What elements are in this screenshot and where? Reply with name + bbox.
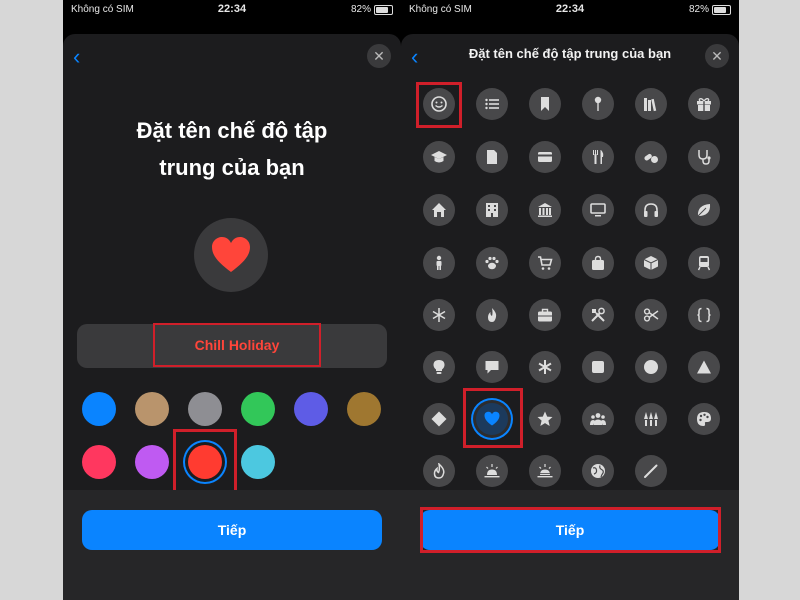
speech-bubble-icon[interactable]	[476, 351, 508, 383]
document-icon[interactable]	[476, 141, 508, 173]
battery-icon	[374, 5, 393, 15]
person-icon[interactable]	[423, 247, 455, 279]
box-icon[interactable]	[635, 247, 667, 279]
cart-icon[interactable]	[529, 247, 561, 279]
bag-icon[interactable]	[582, 247, 614, 279]
books-icon[interactable]	[635, 88, 667, 120]
square-icon[interactable]	[582, 351, 614, 383]
back-button[interactable]: ‹	[411, 46, 418, 68]
focus-name-input[interactable]: Chill Holiday	[153, 323, 321, 367]
close-button[interactable]: ✕	[705, 44, 729, 68]
title-line-1: Đặt tên chế độ tập	[136, 118, 328, 143]
title-line-2: trung của bạn	[159, 155, 305, 180]
diamond-icon[interactable]	[423, 403, 455, 435]
back-button[interactable]: ‹	[73, 46, 80, 68]
battery-percent: 82%	[688, 4, 709, 15]
monitor-icon[interactable]	[582, 194, 614, 226]
building-icon[interactable]	[476, 194, 508, 226]
credit-card-icon[interactable]	[529, 141, 561, 173]
next-button[interactable]: Tiếp	[82, 510, 382, 550]
bank-icon[interactable]	[529, 194, 561, 226]
first-icon-highlight	[416, 82, 462, 128]
color-swatch[interactable]	[347, 392, 381, 426]
heart-icon	[212, 237, 250, 272]
people-icon[interactable]	[582, 403, 614, 435]
stethoscope-icon[interactable]	[688, 141, 720, 173]
paw-icon[interactable]	[476, 247, 508, 279]
next-button-highlight	[420, 507, 721, 553]
right-phone-screen: Không có SIM 22:34 82% ‹ Đặt tên chế độ …	[401, 0, 739, 600]
color-swatch[interactable]	[188, 392, 222, 426]
circle-icon[interactable]	[635, 351, 667, 383]
asterisk-icon[interactable]	[529, 351, 561, 383]
globe-icon[interactable]	[582, 455, 614, 487]
focus-icon-preview[interactable]	[194, 218, 268, 292]
headphones-icon[interactable]	[635, 194, 667, 226]
fire-icon[interactable]	[423, 455, 455, 487]
scissors-icon[interactable]	[635, 299, 667, 331]
color-swatch[interactable]	[241, 445, 275, 479]
battery-icon	[712, 5, 731, 15]
pin-icon[interactable]	[582, 88, 614, 120]
close-button[interactable]: ✕	[367, 44, 391, 68]
sunrise-icon[interactable]	[476, 455, 508, 487]
briefcase-icon[interactable]	[529, 299, 561, 331]
selected-icon-highlight	[463, 388, 523, 448]
left-phone-screen: Không có SIM 22:34 82% ‹ ✕ Đặt tên chế đ…	[63, 0, 401, 600]
star-icon[interactable]	[529, 403, 561, 435]
bookmark-icon[interactable]	[529, 88, 561, 120]
house-icon[interactable]	[423, 194, 455, 226]
color-swatch[interactable]	[82, 392, 116, 426]
status-bar: Không có SIM 22:34 82%	[401, 0, 739, 22]
palette-icon[interactable]	[688, 403, 720, 435]
leaf-icon[interactable]	[688, 194, 720, 226]
tools-icon[interactable]	[582, 299, 614, 331]
status-bar: Không có SIM 22:34 82%	[63, 0, 401, 22]
flame-icon[interactable]	[476, 299, 508, 331]
gift-icon[interactable]	[688, 88, 720, 120]
snowflake-icon[interactable]	[423, 299, 455, 331]
selected-color-highlight	[173, 429, 237, 493]
color-swatch[interactable]	[294, 392, 328, 426]
color-swatch[interactable]	[135, 445, 169, 479]
braces-icon[interactable]	[688, 299, 720, 331]
header-title: Đặt tên chế độ tập trung của bạn	[468, 46, 672, 61]
pills-icon[interactable]	[635, 141, 667, 173]
train-icon[interactable]	[688, 247, 720, 279]
color-swatch[interactable]	[82, 445, 116, 479]
wand-icon[interactable]	[635, 455, 667, 487]
choir-icon[interactable]	[635, 403, 667, 435]
focus-name-field[interactable]: Chill Holiday	[77, 323, 387, 368]
battery-percent: 82%	[350, 4, 371, 15]
color-swatch[interactable]	[135, 392, 169, 426]
fork-knife-icon[interactable]	[582, 141, 614, 173]
page-title: Đặt tên chế độ tập trung của bạn	[63, 112, 401, 186]
list-icon[interactable]	[476, 88, 508, 120]
sunset-icon[interactable]	[529, 455, 561, 487]
triangle-icon[interactable]	[688, 351, 720, 383]
lightbulb-icon[interactable]	[423, 351, 455, 383]
color-swatch[interactable]	[241, 392, 275, 426]
graduation-cap-icon[interactable]	[423, 141, 455, 173]
